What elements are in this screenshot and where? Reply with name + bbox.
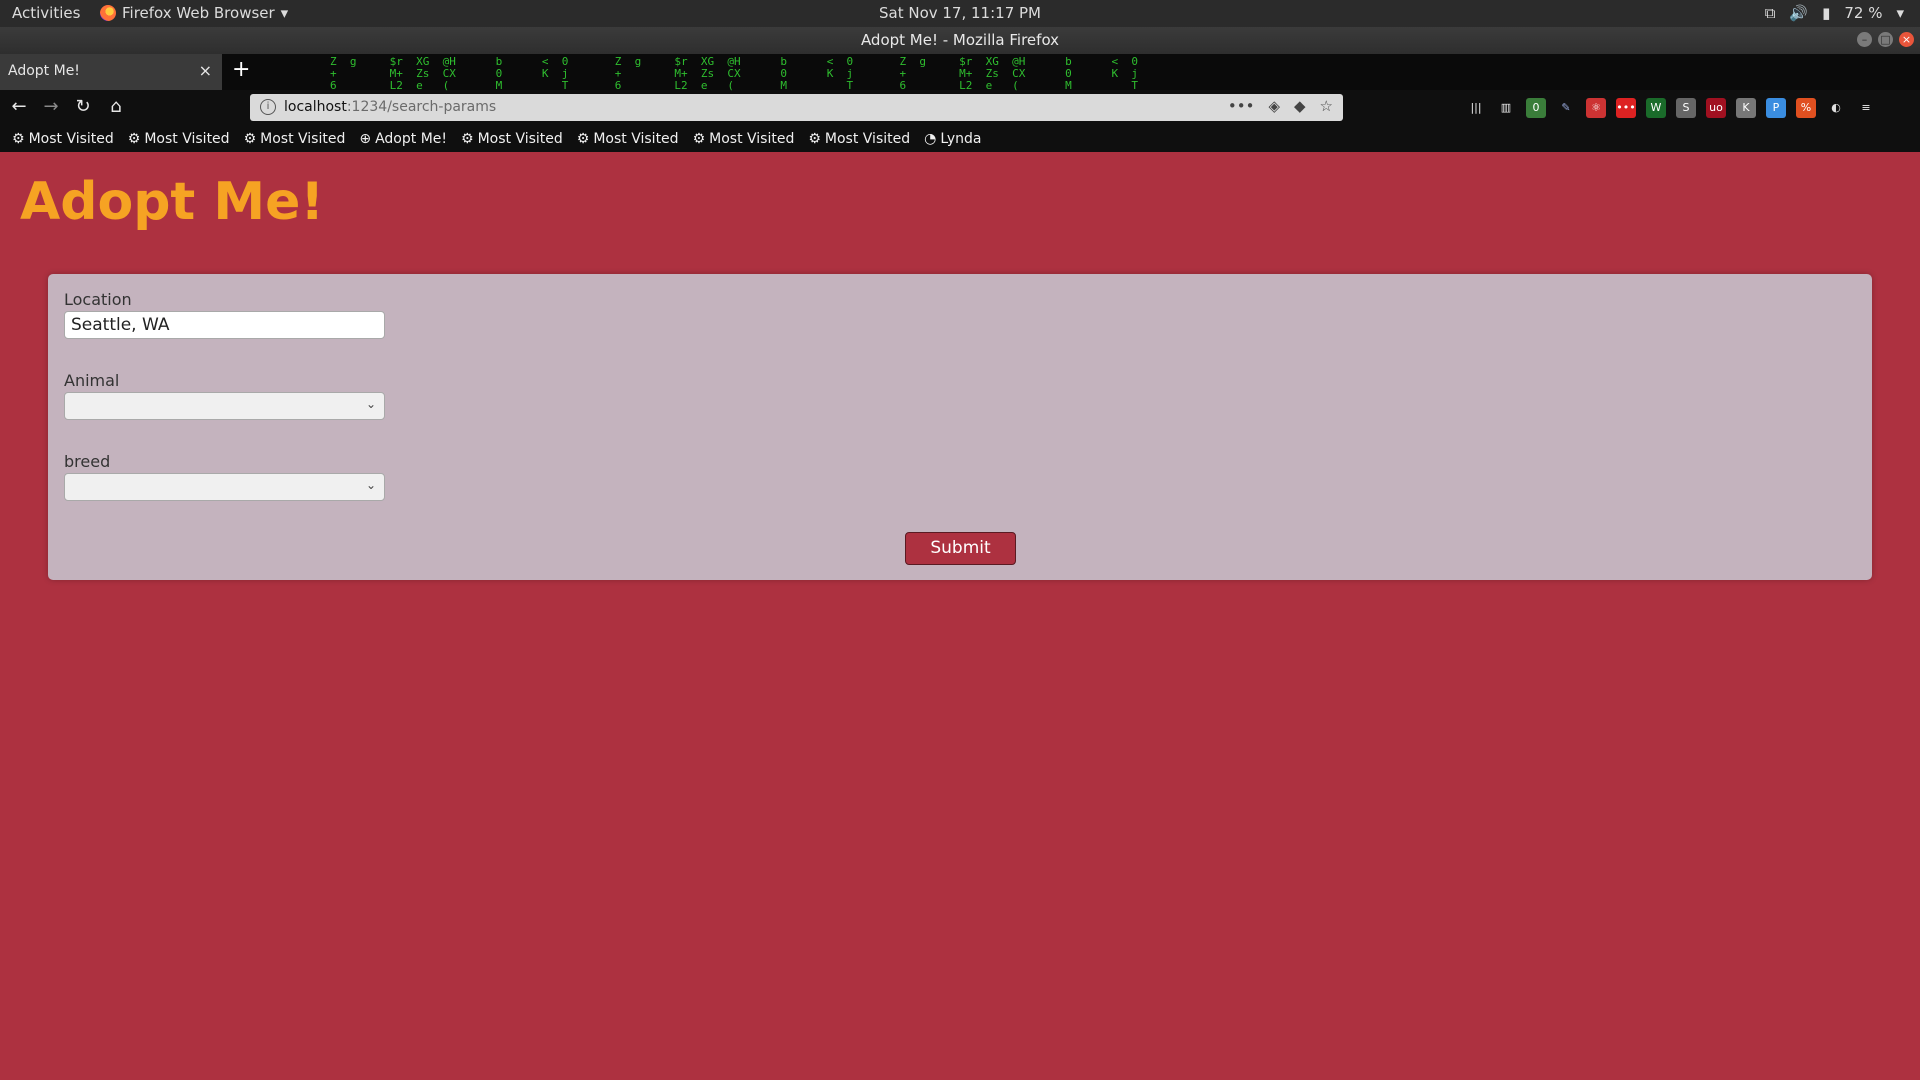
extension-badge-icon[interactable]: 0 <box>1526 98 1546 118</box>
network-icon: ⧉ <box>1764 4 1776 22</box>
gear-icon: ⚙ <box>12 131 25 147</box>
system-top-bar: Activities Firefox Web Browser ▾ Sat Nov… <box>0 0 1920 27</box>
page-title[interactable]: Adopt Me! <box>20 172 324 232</box>
home-button[interactable]: ⌂ <box>103 96 129 120</box>
gear-icon: ⚙ <box>243 131 257 147</box>
animal-field-group: Animal ⌄ <box>64 371 385 420</box>
bookmark-star-icon[interactable]: ☆ <box>1320 97 1333 115</box>
window-title: Adopt Me! - Mozilla Firefox <box>860 31 1060 49</box>
chevron-down-icon: ⌄ <box>365 397 376 411</box>
back-button[interactable]: ← <box>6 96 32 120</box>
sidebar-icon[interactable]: ▥ <box>1496 98 1516 118</box>
animal-label: Animal <box>64 371 120 390</box>
web-extension-icon[interactable]: % <box>1796 98 1816 118</box>
gear-icon: ⚙ <box>808 131 821 147</box>
bookmark-item[interactable]: ⊕ Adopt Me! <box>359 131 447 147</box>
info-icon[interactable]: i <box>260 99 276 115</box>
submit-button[interactable]: Submit <box>905 532 1016 565</box>
new-tab-button[interactable]: + <box>232 57 250 82</box>
ublock-icon[interactable]: uo <box>1706 98 1726 118</box>
privacy-shield-icon[interactable]: W <box>1646 98 1666 118</box>
activities-button[interactable]: Activities <box>12 4 80 22</box>
window-title-bar: Adopt Me! - Mozilla Firefox – □ × <box>0 27 1920 54</box>
react-devtools-icon[interactable]: ⚛ <box>1586 98 1606 118</box>
close-window-button[interactable]: × <box>1899 32 1914 47</box>
lynda-icon: ◔ <box>924 131 937 147</box>
p-extension-icon[interactable]: P <box>1766 98 1786 118</box>
bookmark-item[interactable]: ⚙ Most Visited <box>461 131 563 147</box>
breed-select[interactable]: ⌄ <box>64 473 385 501</box>
camera-icon[interactable]: ◐ <box>1826 98 1846 118</box>
maximize-button[interactable]: □ <box>1878 32 1893 47</box>
gear-icon: ⚙ <box>576 131 590 147</box>
navigation-toolbar: ← → ↻ ⌂ i localhost:1234/search-params •… <box>0 90 1920 126</box>
chevron-down-icon: ⌄ <box>365 478 376 492</box>
k-extension-icon[interactable]: K <box>1736 98 1756 118</box>
more-actions-icon[interactable]: ••• <box>1228 97 1255 115</box>
caret-down-icon: ▾ <box>280 4 289 22</box>
app-menu[interactable]: Firefox Web Browser ▾ <box>100 4 288 22</box>
forward-button[interactable]: → <box>38 96 64 120</box>
close-tab-icon[interactable]: × <box>199 61 212 80</box>
browser-toolbars: Z g $r XG @H b < 0 Z g $r XG @H b < 0 Z … <box>0 54 1920 152</box>
caret-down-icon: ▾ <box>1896 4 1904 22</box>
eyedropper-icon[interactable]: ✎ <box>1556 98 1576 118</box>
minimize-button[interactable]: – <box>1857 32 1872 47</box>
battery-icon: ▮ <box>1822 4 1831 22</box>
battery-percent: 72 % <box>1844 4 1883 22</box>
app-menu-label: Firefox Web Browser <box>122 4 275 22</box>
library-icon[interactable]: ||| <box>1466 98 1486 118</box>
page-actions: ••• ◈ ◆ ☆ <box>1228 97 1333 115</box>
location-input[interactable] <box>64 311 385 339</box>
extension-icon[interactable]: ◆ <box>1294 97 1306 115</box>
bookmark-item[interactable]: ⚙ Most Visited <box>808 131 910 147</box>
breed-label: breed <box>64 452 111 471</box>
globe-icon: ⊕ <box>359 131 372 147</box>
page-content: Adopt Me! Location Animal ⌄ breed ⌄ Subm… <box>0 152 1920 1080</box>
bookmarks-toolbar: ⚙ Most Visited ⚙ Most Visited ⚙ Most Visite… <box>0 126 1920 152</box>
theme-background: Z g $r XG @H b < 0 Z g $r XG @H b < 0 Z … <box>330 55 1138 92</box>
firefox-icon <box>100 5 116 21</box>
bookmark-item[interactable]: ⚙ Most Visited <box>693 131 795 147</box>
menu-icon[interactable]: ≡ <box>1856 98 1876 118</box>
reload-button[interactable]: ↻ <box>70 96 96 120</box>
bookmark-item[interactable]: ⚙ Most Visited <box>12 131 114 147</box>
url-text: localhost:1234/search-params <box>284 99 497 115</box>
volume-icon: 🔊 <box>1789 4 1809 22</box>
extension-toolbar: ||| ▥ 0 ✎ ⚛ ••• W S uo K P % ◐ ≡ <box>1466 98 1876 118</box>
window-controls: – □ × <box>1857 32 1914 47</box>
gear-icon: ⚙ <box>692 131 706 147</box>
breed-field-group: breed ⌄ <box>64 452 385 501</box>
bookmark-item[interactable]: ⚙ Most Visited <box>244 131 346 147</box>
tab-title: Adopt Me! <box>8 63 80 79</box>
gear-icon: ⚙ <box>127 131 141 147</box>
location-label: Location <box>64 290 132 309</box>
bookmark-item[interactable]: ⚙ Most Visited <box>128 131 230 147</box>
lastpass-icon[interactable]: ••• <box>1616 98 1636 118</box>
s-extension-icon[interactable]: S <box>1676 98 1696 118</box>
location-field-group: Location <box>64 290 385 339</box>
gear-icon: ⚙ <box>461 131 474 147</box>
animal-select[interactable]: ⌄ <box>64 392 385 420</box>
bookmark-item[interactable]: ◔ Lynda <box>924 131 981 147</box>
system-tray[interactable]: ⧉ 🔊 ▮ 72 % ▾ <box>1765 4 1904 22</box>
url-bar[interactable]: i localhost:1234/search-params ••• ◈ ◆ ☆ <box>250 94 1343 121</box>
pocket-icon[interactable]: ◈ <box>1268 97 1280 115</box>
search-params-form: Location Animal ⌄ breed ⌄ Submit <box>48 274 1872 580</box>
tab-adopt-me[interactable]: Adopt Me! × <box>0 54 222 90</box>
bookmark-item[interactable]: ⚙ Most Visited <box>577 131 679 147</box>
